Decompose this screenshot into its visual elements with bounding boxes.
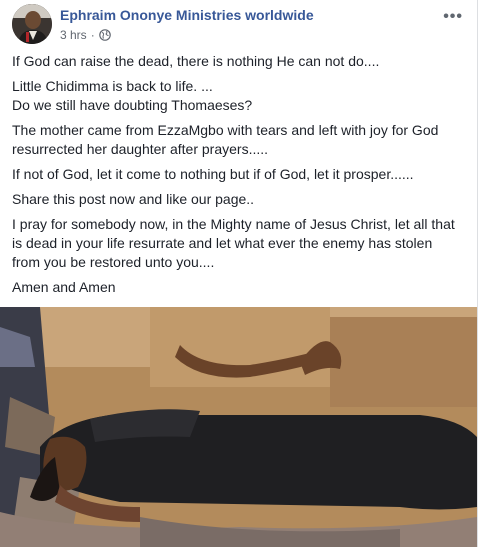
post-text-line: Little Chidimma is back to life. ... <box>12 78 213 94</box>
post-paragraph: Share this post now and like our page.. <box>12 190 462 209</box>
post-text-line: If God can raise the dead, there is noth… <box>12 53 380 69</box>
post-photo-image <box>0 307 477 547</box>
post-text-line: is dead in your life resurrate and let w… <box>12 235 433 251</box>
meta-separator: · <box>90 28 95 42</box>
post-timestamp[interactable]: 3 hrs <box>60 28 87 42</box>
author-name-link[interactable]: Ephraim Ononye Ministries worldwide <box>60 7 314 23</box>
post-meta: 3 hrs · <box>60 28 111 42</box>
post-paragraph: The mother came from EzzaMgbo with tears… <box>12 121 462 159</box>
post-photo[interactable] <box>0 307 477 547</box>
post-text-line: resurrected her daughter after prayers..… <box>12 141 269 157</box>
post-text-line: Share this post now and like our page.. <box>12 191 255 207</box>
more-options-icon[interactable]: ••• <box>443 9 463 25</box>
post-paragraph: Amen and Amen <box>12 278 462 297</box>
post-text-line: Do we still have doubting Thomaeses? <box>12 97 253 113</box>
post-text-line: I pray for somebody now, in the Mighty n… <box>12 216 455 232</box>
post-paragraph: I pray for somebody now, in the Mighty n… <box>12 215 462 272</box>
globe-icon[interactable] <box>98 29 111 41</box>
post-body: If God can raise the dead, there is noth… <box>12 52 462 303</box>
post-text-line: The mother came from EzzaMgbo with tears… <box>12 122 439 138</box>
post-header: Ephraim Ononye Ministries worldwide 3 hr… <box>12 4 477 44</box>
post-text-line: from you be restored unto you.... <box>12 254 215 270</box>
facebook-post: Ephraim Ononye Ministries worldwide 3 hr… <box>0 0 478 547</box>
post-text-line: Amen and Amen <box>12 279 116 295</box>
post-paragraph: If God can raise the dead, there is noth… <box>12 52 462 71</box>
post-paragraph: Little Chidimma is back to life. ... Do w… <box>12 77 462 115</box>
post-paragraph: If not of God, let it come to nothing bu… <box>12 165 462 184</box>
author-avatar[interactable] <box>12 4 52 44</box>
post-text-line: If not of God, let it come to nothing bu… <box>12 166 414 182</box>
